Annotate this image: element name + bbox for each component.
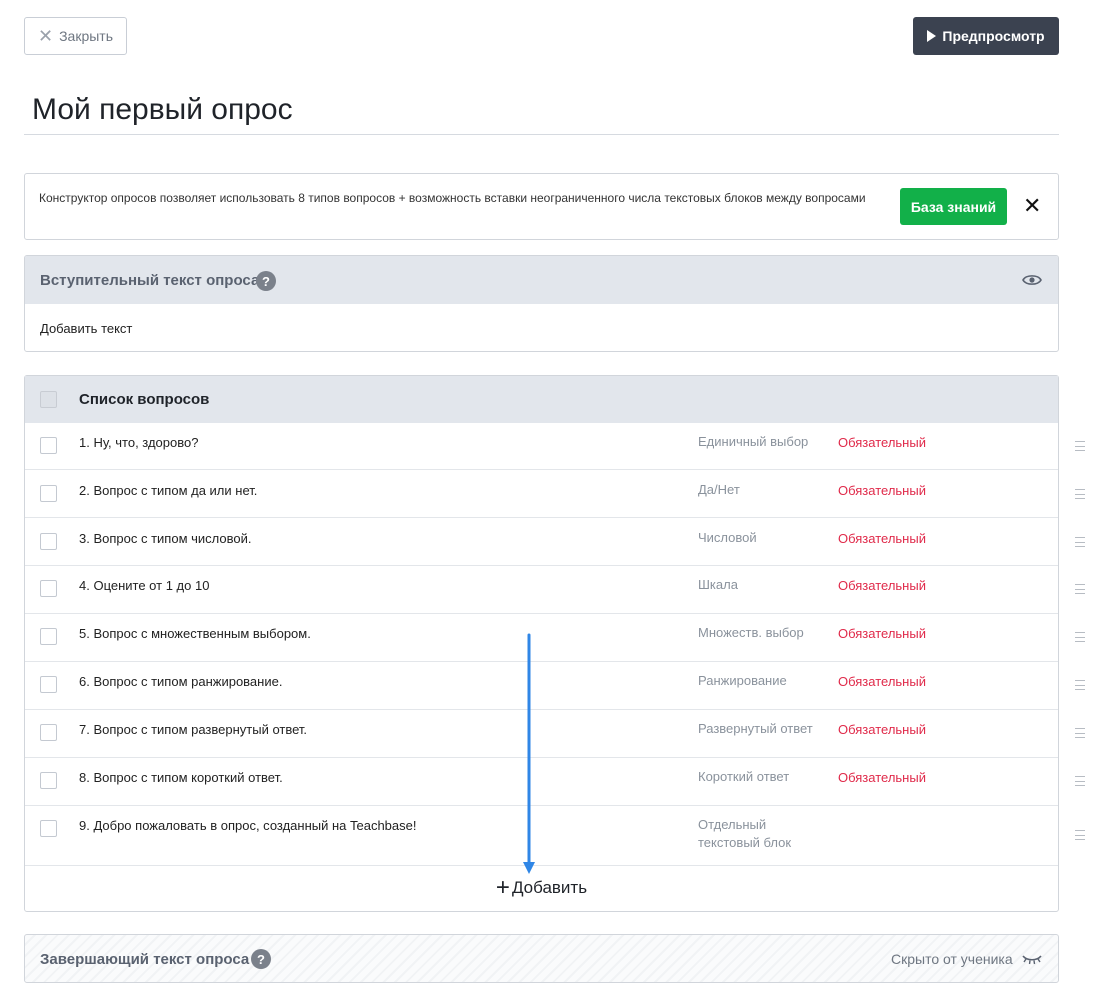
plus-icon: + <box>495 874 510 901</box>
question-row[interactable]: 1. Ну, что, здорово? Единичный выбор Обя… <box>25 423 1085 470</box>
question-type-line: Отдельный <box>698 817 767 832</box>
help-icon[interactable]: ? <box>256 271 276 291</box>
question-checkbox[interactable] <box>40 772 57 789</box>
question-text[interactable]: 1. Ну, что, здорово? <box>79 435 198 450</box>
intro-text-block: Вступительный текст опроса ? Добавить те… <box>24 255 1059 352</box>
question-type: Множеств. выбор <box>698 625 804 640</box>
info-banner: Конструктор опросов позволяет использова… <box>24 173 1059 240</box>
close-button-label: Закрыть <box>59 28 113 44</box>
intro-title: Вступительный текст опроса <box>40 272 260 289</box>
question-text[interactable]: 6. Вопрос с типом ранжирование. <box>79 674 282 689</box>
eye-closed-icon[interactable] <box>1021 952 1043 966</box>
question-row[interactable]: 8. Вопрос с типом короткий ответ. Коротк… <box>25 758 1085 806</box>
question-row[interactable]: 5. Вопрос с множественным выбором. Множе… <box>25 614 1085 662</box>
add-text-link[interactable]: Добавить текст <box>40 321 132 336</box>
question-type: Числовой <box>698 530 757 545</box>
intro-header: Вступительный текст опроса ? <box>25 256 1058 304</box>
add-question-button[interactable]: + Добавить <box>25 866 1058 910</box>
question-required: Обязательный <box>838 722 926 737</box>
question-checkbox[interactable] <box>40 676 57 693</box>
question-row[interactable]: 3. Вопрос с типом числовой. Числовой Обя… <box>25 518 1085 566</box>
question-type-line: текстовый блок <box>698 835 792 850</box>
question-text[interactable]: 7. Вопрос с типом развернутый ответ. <box>79 722 307 737</box>
question-type: Короткий ответ <box>698 769 790 784</box>
question-checkbox[interactable] <box>40 724 57 741</box>
add-question-label: Добавить <box>511 878 588 897</box>
question-type: Единичный выбор <box>698 434 809 449</box>
question-type: Да/Нет <box>698 482 740 497</box>
question-type: Развернутый ответ <box>698 721 813 736</box>
page-title[interactable]: Мой первый опрос <box>24 88 1059 135</box>
drag-handle-icon[interactable] <box>1075 584 1085 594</box>
question-checkbox[interactable] <box>40 485 57 502</box>
drag-handle-icon[interactable] <box>1075 680 1085 690</box>
page-title-text: Мой первый опрос <box>32 93 293 126</box>
close-icon: ✕ <box>37 26 54 46</box>
question-text[interactable]: 8. Вопрос с типом короткий ответ. <box>79 770 283 785</box>
question-text[interactable]: 2. Вопрос с типом да или нет. <box>79 483 257 498</box>
questions-list-header: Список вопросов <box>25 376 1058 423</box>
question-text[interactable]: 3. Вопрос с типом числовой. <box>79 531 251 546</box>
question-checkbox[interactable] <box>40 628 57 645</box>
question-required: Обязательный <box>838 435 926 450</box>
drag-handle-icon[interactable] <box>1075 776 1085 786</box>
question-required: Обязательный <box>838 674 926 689</box>
question-type: Отдельный текстовый блок <box>698 816 791 852</box>
question-type: Шкала <box>698 577 738 592</box>
info-text: Конструктор опросов позволяет использова… <box>39 191 866 205</box>
knowledge-base-button[interactable]: База знаний <box>900 188 1007 225</box>
eye-icon[interactable] <box>1022 271 1042 289</box>
question-checkbox[interactable] <box>40 580 57 597</box>
question-required: Обязательный <box>838 626 926 641</box>
final-text-block: Завершающий текст опроса ? Скрыто от уче… <box>24 934 1059 983</box>
question-checkbox[interactable] <box>40 437 57 454</box>
question-row[interactable]: 6. Вопрос с типом ранжирование. Ранжиров… <box>25 662 1085 710</box>
question-row[interactable]: 2. Вопрос с типом да или нет. Да/Нет Обя… <box>25 470 1085 518</box>
question-required: Обязательный <box>838 578 926 593</box>
question-text[interactable]: 4. Оцените от 1 до 10 <box>79 578 209 593</box>
question-row[interactable]: 4. Оцените от 1 до 10 Шкала Обязательный <box>25 566 1085 614</box>
question-text[interactable]: 9. Добро пожаловать в опрос, созданный н… <box>79 818 417 833</box>
drag-handle-icon[interactable] <box>1075 489 1085 499</box>
drag-handle-icon[interactable] <box>1075 441 1085 451</box>
drag-handle-icon[interactable] <box>1075 830 1085 840</box>
questions-list: Список вопросов 1. Ну, что, здорово? Еди… <box>24 375 1085 912</box>
drag-handle-icon[interactable] <box>1075 537 1085 547</box>
question-row[interactable]: 9. Добро пожаловать в опрос, созданный н… <box>25 806 1085 866</box>
banner-close-icon[interactable]: ✕ <box>1023 194 1041 218</box>
question-required: Обязательный <box>838 531 926 546</box>
question-checkbox[interactable] <box>40 533 57 550</box>
preview-button[interactable]: Предпросмотр <box>913 17 1059 55</box>
play-icon <box>927 30 937 42</box>
help-icon[interactable]: ? <box>251 949 271 969</box>
question-required: Обязательный <box>838 770 926 785</box>
drag-handle-icon[interactable] <box>1075 728 1085 738</box>
question-required: Обязательный <box>838 483 926 498</box>
knowledge-base-label: База знаний <box>910 198 997 215</box>
drag-handle-icon[interactable] <box>1075 632 1085 642</box>
close-button[interactable]: ✕ Закрыть <box>24 17 127 55</box>
question-text[interactable]: 5. Вопрос с множественным выбором. <box>79 626 311 641</box>
question-type: Ранжирование <box>698 673 787 688</box>
preview-button-label: Предпросмотр <box>942 28 1045 44</box>
questions-list-title: Список вопросов <box>79 391 210 408</box>
final-title: Завершающий текст опроса <box>40 951 250 968</box>
question-checkbox[interactable] <box>40 820 57 837</box>
select-all-checkbox[interactable] <box>40 391 57 408</box>
hidden-from-student-label: Скрыто от ученика <box>891 951 1013 967</box>
question-row[interactable]: 7. Вопрос с типом развернутый ответ. Раз… <box>25 710 1085 758</box>
